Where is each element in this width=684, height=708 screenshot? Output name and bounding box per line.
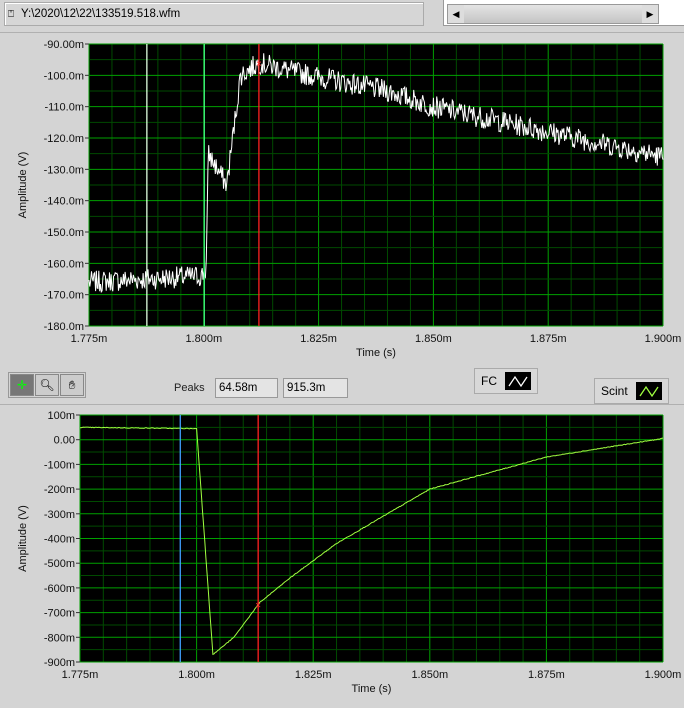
y-tick-label: 0.00 [54,435,75,447]
cursor-tool-icon[interactable]: ✛ [10,374,34,396]
y-tick-label: -700m [44,608,75,620]
x-tick-label: 1.850m [411,669,448,681]
x-tick-label: 1.875m [530,333,567,345]
x-tick-label: 1.825m [295,669,332,681]
x-tick-label: 1.875m [528,669,565,681]
y-tick-label: -130.0m [44,164,84,176]
y-tick-label: -200m [44,484,75,496]
y-tick-label: -180.0m [44,321,84,333]
x-tick-label: 1.775m [62,669,99,681]
file-path-value: Y:\2020\12\22\133519.518.wfm [21,8,181,20]
y-tick-label: 100m [47,410,75,422]
x-tick-label: 1.800m [185,333,222,345]
scroll-thumb[interactable] [464,5,642,23]
legend-fc[interactable]: FC [474,368,538,394]
x-tick-label: 1.825m [300,333,337,345]
path-icon: ⍞ [8,8,14,20]
scroll-left-button[interactable]: ◀ [448,5,464,23]
legend-scint-label: Scint [601,384,628,398]
scroll-right-button[interactable]: ▶ [642,5,658,23]
y-tick-label: -900m [44,657,75,669]
x-tick-label: 1.775m [71,333,108,345]
y-tick-label: -140.0m [44,196,84,208]
scint-graph[interactable]: 100m 0.00 -100m -200m -300m -400m -500m -600m -7… [0,404,684,707]
y-tick-label: -90.00m [44,39,84,51]
x-axis-label: Time (s) [356,347,396,359]
y-tick-label: -400m [44,534,75,546]
legend-scint[interactable]: Scint [594,378,669,404]
y-tick-label: -300m [44,509,75,521]
x-tick-label: 1.850m [415,333,452,345]
peaks-label: Peaks [174,382,205,394]
cursor-marker-icon: × [256,59,262,70]
pan-hand-icon[interactable]: ✋︎ [60,374,84,396]
y-tick-label: -800m [44,632,75,644]
x-tick-label: 1.900m [645,333,682,345]
y-tick-label: -150.0m [44,227,84,239]
cursor-marker-icon: × [255,601,261,612]
y-axis-label: Amplitude (V) [17,152,29,219]
y-tick-label: -600m [44,583,75,595]
file-path-field[interactable]: ⍞ Y:\2020\12\22\133519.518.wfm [4,2,424,26]
y-tick-label: -120.0m [44,133,84,145]
fc-graph[interactable]: -90.00m -100.0m -110.0m -120.0m -130.0m -140.… [0,32,684,368]
y-tick-label: -110.0m [44,102,84,114]
horizontal-scrollbar[interactable]: ◀ ▶ [447,4,659,24]
x-tick-label: 1.800m [178,669,215,681]
x-axis-label: Time (s) [352,683,392,695]
graph-palette: ✛ 🔍︎ ✋︎ [8,372,86,398]
x-tick-label: 1.900m [645,669,682,681]
scint-plot-swatch-icon [635,382,662,400]
y-tick-label: -500m [44,558,75,570]
peak-value-1[interactable]: 64.58m [215,378,278,398]
y-tick-label: -100m [44,459,75,471]
y-tick-label: -170.0m [44,290,84,302]
zoom-tool-icon[interactable]: 🔍︎ [35,374,59,396]
fc-plot-swatch-icon [505,372,531,390]
legend-fc-label: FC [481,374,497,388]
y-tick-label: -160.0m [44,258,84,270]
y-axis-label: Amplitude (V) [17,505,29,572]
y-tick-label: -100.0m [44,70,84,82]
peak-value-2[interactable]: 915.3m [283,378,348,398]
